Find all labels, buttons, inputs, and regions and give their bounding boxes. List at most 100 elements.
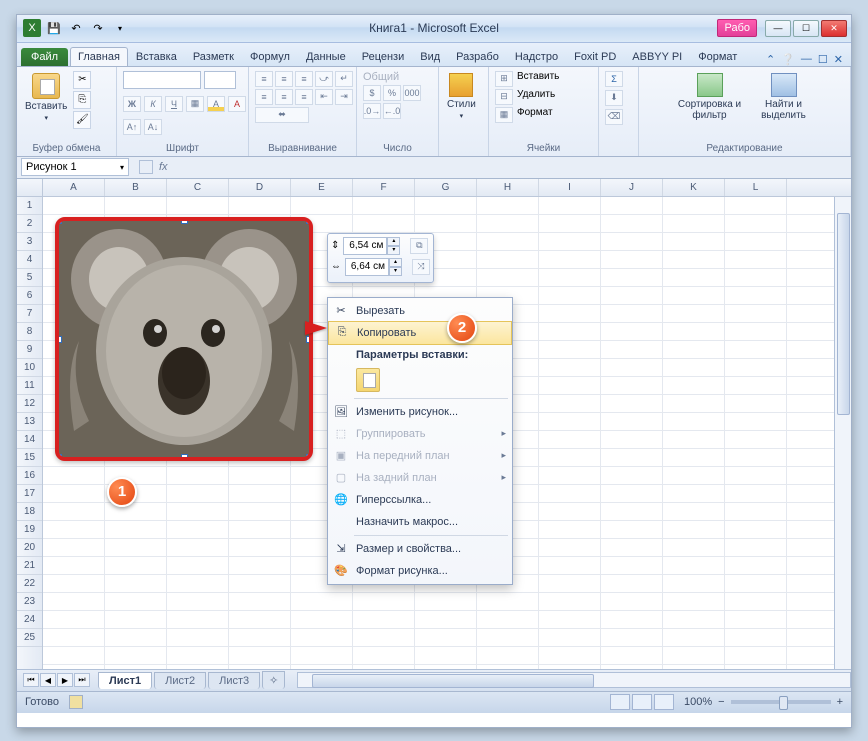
inner-minimize-icon[interactable]: — <box>801 53 812 65</box>
tab-format[interactable]: Формат <box>690 47 745 66</box>
resize-handle-se[interactable] <box>306 454 313 461</box>
width-up[interactable]: ▴ <box>389 258 402 267</box>
resize-handle-s[interactable] <box>181 454 188 461</box>
row-header[interactable]: 13 <box>17 413 42 431</box>
tab-formulas[interactable]: Формул <box>242 47 298 66</box>
col-header[interactable]: C <box>167 179 229 196</box>
row-header[interactable]: 12 <box>17 395 42 413</box>
col-header[interactable]: I <box>539 179 601 196</box>
tab-data[interactable]: Данные <box>298 47 354 66</box>
col-header[interactable]: L <box>725 179 787 196</box>
zoom-out-icon[interactable]: − <box>718 696 724 708</box>
tab-view[interactable]: Вид <box>412 47 448 66</box>
ctx-size-properties[interactable]: ⇲Размер и свойства... <box>328 538 512 560</box>
width-down[interactable]: ▾ <box>389 267 402 276</box>
vertical-scrollbar[interactable] <box>834 197 851 669</box>
ctx-copy[interactable]: ⎘Копировать <box>328 321 512 345</box>
sheet-tab-2[interactable]: Лист2 <box>154 672 206 689</box>
row-header[interactable]: 10 <box>17 359 42 377</box>
col-header[interactable]: F <box>353 179 415 196</box>
tab-nav-last[interactable]: ⏭ <box>74 673 90 687</box>
row-header[interactable]: 8 <box>17 323 42 341</box>
row-header[interactable]: 20 <box>17 539 42 557</box>
view-layout-icon[interactable] <box>632 694 652 710</box>
col-header[interactable]: D <box>229 179 291 196</box>
row-header[interactable]: 15 <box>17 449 42 467</box>
resize-handle-sw[interactable] <box>55 454 62 461</box>
sheet-tab-1[interactable]: Лист1 <box>98 672 152 689</box>
row-header[interactable]: 23 <box>17 593 42 611</box>
cell-grid[interactable]: ⇕ ▴▾ ⧉ ⇔ ▴▾ ⤨ ✂Вырезать ⎘Копировать Пара… <box>43 197 851 669</box>
inserted-picture[interactable] <box>55 217 313 461</box>
redo-icon[interactable]: ↷ <box>89 19 107 37</box>
height-down[interactable]: ▾ <box>387 246 400 255</box>
resize-handle-n[interactable] <box>181 217 188 224</box>
inner-restore-icon[interactable]: ☐ <box>818 53 828 66</box>
clear-icon[interactable]: ⌫ <box>605 109 623 125</box>
tab-foxit[interactable]: Foxit PD <box>566 47 624 66</box>
row-header[interactable]: 1 <box>17 197 42 215</box>
ctx-format-picture[interactable]: 🎨Формат рисунка... <box>328 560 512 582</box>
view-pagebreak-icon[interactable] <box>654 694 674 710</box>
resize-handle-e[interactable] <box>306 336 313 343</box>
check-mini[interactable] <box>139 160 153 174</box>
tab-abbyy[interactable]: ABBYY PI <box>624 47 690 66</box>
inner-close-icon[interactable]: ✕ <box>834 53 843 66</box>
sum-icon[interactable]: Σ <box>605 71 623 87</box>
ctx-hyperlink[interactable]: 🌐Гиперссылка... <box>328 489 512 511</box>
resize-handle-w[interactable] <box>55 336 62 343</box>
insert-cell-icon[interactable]: ⊞ <box>495 71 513 87</box>
crop-icon[interactable]: ⧉ <box>410 238 428 254</box>
tab-nav-prev[interactable]: ◀ <box>40 673 56 687</box>
zoom-in-icon[interactable]: + <box>837 696 843 708</box>
tab-addins[interactable]: Надстро <box>507 47 566 66</box>
tab-review[interactable]: Рецензи <box>354 47 413 66</box>
sheet-tab-3[interactable]: Лист3 <box>208 672 260 689</box>
height-up[interactable]: ▴ <box>387 237 400 246</box>
row-header[interactable]: 19 <box>17 521 42 539</box>
paste-option-icon[interactable] <box>356 368 380 392</box>
col-header[interactable]: H <box>477 179 539 196</box>
tab-layout[interactable]: Разметк <box>185 47 242 66</box>
tab-insert[interactable]: Вставка <box>128 47 185 66</box>
row-header[interactable]: 22 <box>17 575 42 593</box>
file-tab[interactable]: Файл <box>21 48 68 66</box>
find-select-button[interactable]: Найти и выделить <box>754 71 814 123</box>
zoom-slider[interactable] <box>731 700 831 704</box>
save-icon[interactable]: 💾 <box>45 19 63 37</box>
row-header[interactable]: 5 <box>17 269 42 287</box>
ctx-change-picture[interactable]: 🖼Изменить рисунок... <box>328 401 512 423</box>
row-header[interactable]: 18 <box>17 503 42 521</box>
delete-cell-icon[interactable]: ⊟ <box>495 89 513 105</box>
sort-filter-button[interactable]: Сортировка и фильтр <box>676 71 744 123</box>
ctx-cut[interactable]: ✂Вырезать <box>328 300 512 322</box>
picture-tools-tab[interactable]: Рабо <box>717 19 757 37</box>
new-sheet-tab[interactable]: ✧ <box>262 671 285 689</box>
arrange-icon[interactable]: ⤨ <box>412 259 430 275</box>
close-button[interactable]: ✕ <box>821 20 847 37</box>
cut-icon[interactable]: ✂ <box>73 71 91 89</box>
ctx-assign-macro[interactable]: Назначить макрос... <box>328 511 512 533</box>
help-icon[interactable]: ❔ <box>781 53 795 66</box>
undo-icon[interactable]: ↶ <box>67 19 85 37</box>
horizontal-scrollbar[interactable] <box>297 672 851 688</box>
row-header[interactable]: 3 <box>17 233 42 251</box>
col-header[interactable]: A <box>43 179 105 196</box>
fx-icon[interactable]: fx <box>159 161 168 173</box>
macro-record-icon[interactable] <box>69 695 83 709</box>
col-header[interactable]: B <box>105 179 167 196</box>
row-header[interactable]: 6 <box>17 287 42 305</box>
row-header[interactable]: 7 <box>17 305 42 323</box>
row-header[interactable]: 2 <box>17 215 42 233</box>
fill-icon[interactable]: ⬇ <box>605 90 623 106</box>
row-header[interactable]: 16 <box>17 467 42 485</box>
view-normal-icon[interactable] <box>610 694 630 710</box>
col-header[interactable]: G <box>415 179 477 196</box>
tab-nav-first[interactable]: ⏮ <box>23 673 39 687</box>
resize-handle-nw[interactable] <box>55 217 62 224</box>
format-cell-icon[interactable]: ▦ <box>495 107 513 123</box>
qat-dropdown-icon[interactable]: ▾ <box>111 19 129 37</box>
row-header[interactable]: 25 <box>17 629 42 647</box>
minimize-button[interactable]: — <box>765 20 791 37</box>
styles-button[interactable]: Стили▾ <box>445 71 478 122</box>
